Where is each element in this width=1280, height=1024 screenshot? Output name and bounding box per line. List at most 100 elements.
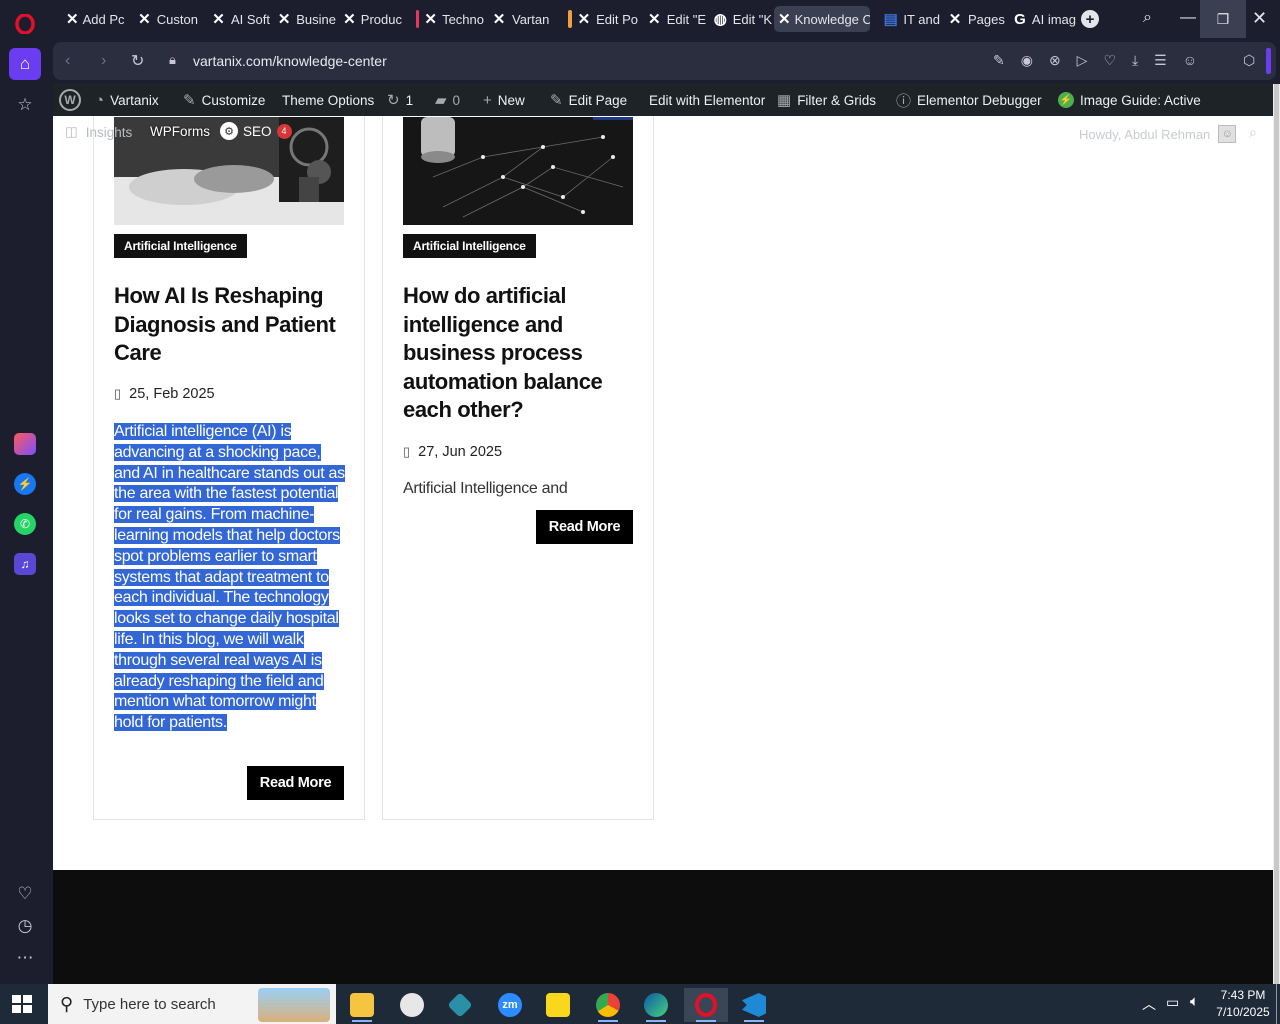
tab[interactable]: G AI imag	[1008, 6, 1076, 32]
updates-link[interactable]: ↻ 1	[387, 84, 413, 116]
post-title[interactable]: How do artificial intelligence and busin…	[403, 282, 639, 425]
windows-taskbar: ⚲ Type here to search zm ︿ ▭ 🔈︎ 7:43 PM …	[0, 984, 1280, 1024]
brush-icon: ✎	[183, 92, 196, 109]
elementor-icon: ✕	[778, 11, 791, 28]
comment-icon: ▰	[435, 92, 447, 109]
music-player-icon[interactable]: ♫	[9, 548, 41, 580]
post-date: ▯ 25, Feb 2025	[114, 386, 215, 402]
bolt-icon: ⚡	[1058, 92, 1074, 108]
tab[interactable]: ✕ Techno	[412, 6, 484, 32]
aria-icon[interactable]	[9, 428, 41, 460]
home-icon[interactable]: ⌂	[9, 48, 41, 80]
address-bar: ‹ › ↻ 🔒︎ vartanix.com/knowledge-center ✎…	[53, 42, 1276, 80]
elementor-icon: ✕	[138, 11, 151, 28]
howdy-menu[interactable]: Howdy, Abdul Rehman ☺	[1079, 125, 1237, 143]
new-tab-button[interactable]: +	[1081, 10, 1099, 28]
tab[interactable]: ✕ Edit Po	[564, 6, 638, 32]
history-icon[interactable]: ◷	[9, 910, 41, 942]
document-icon: ▤	[883, 11, 898, 28]
chevron-up-icon[interactable]: ︿	[1142, 994, 1156, 1014]
tab[interactable]: ▤ IT and	[878, 6, 940, 32]
lock-icon: 🔒︎	[169, 52, 176, 67]
edit-with-elementor-link[interactable]: Edit with Elementor	[649, 84, 765, 116]
dashboard-icon: ◔	[95, 91, 105, 109]
tab-active[interactable]: ✕ Knowledge C	[774, 6, 870, 32]
tab[interactable]: ◍ Edit "K	[708, 6, 772, 32]
tab[interactable]: ✕ Add Pc	[58, 6, 124, 32]
more-icon[interactable]: ⋯	[9, 942, 41, 974]
sticky-notes-app[interactable]	[536, 988, 580, 1022]
customize-link[interactable]: ✎ Customize	[183, 84, 265, 116]
messenger-icon[interactable]: ⚡	[9, 468, 41, 500]
restore-button[interactable]: ❐	[1200, 0, 1246, 38]
post-thumbnail[interactable]	[403, 117, 633, 225]
elementor-icon: ✕	[492, 11, 506, 28]
tab[interactable]: ✕ Edit "E	[642, 6, 706, 32]
elementor-debugger-link[interactable]: ⓘ Elementor Debugger	[896, 84, 1042, 116]
insights-link[interactable]: Insights	[86, 125, 133, 140]
app-icon[interactable]	[438, 988, 482, 1022]
theme-options-link[interactable]: Theme Options	[282, 84, 374, 116]
search-tabs-icon[interactable]: ⌕	[1143, 9, 1152, 27]
comments-link[interactable]: ▰ 0	[435, 84, 460, 116]
post-title[interactable]: How AI Is Reshaping Diagnosis and Patien…	[114, 282, 350, 368]
tab[interactable]: ✕ Pages	[942, 6, 1008, 32]
back-icon[interactable]: ‹	[65, 52, 70, 70]
wp-admin-bar-row2: ◫ Insights	[65, 124, 132, 140]
read-more-button[interactable]: Read More	[536, 510, 633, 544]
image-guide-link[interactable]: ⚡ Image Guide: Active	[1058, 84, 1201, 116]
wp-admin-bar: W ◔ Vartanix ✎ Customize Theme Options ↻ 1 …	[53, 84, 1273, 116]
clock[interactable]: 7:43 PM 7/10/2025	[1212, 987, 1274, 1021]
pencil-icon: ✎	[550, 92, 563, 109]
whatsapp-icon[interactable]: ✆	[9, 508, 41, 540]
toolbar-icons[interactable]: ✎◉⊗▷♡⤓☰☺	[993, 52, 1213, 69]
file-explorer-app[interactable]	[340, 988, 384, 1022]
tab[interactable]: ✕ Vartan	[486, 6, 552, 32]
read-more-button[interactable]: Read More	[247, 766, 344, 800]
scrollbar-thumb[interactable]	[1274, 84, 1279, 984]
elementor-icon: ✕	[277, 11, 291, 28]
opera-sidebar: ⌂ ☆ ⚡ ✆ ♫ ♡ ◷ ⋯	[0, 0, 50, 984]
reload-icon[interactable]: ↻	[131, 51, 144, 71]
edit-page-link[interactable]: ✎ Edit Page	[550, 84, 627, 116]
tab[interactable]: ✕ Custon	[132, 6, 198, 32]
new-content-link[interactable]: + New	[483, 84, 525, 116]
page-content: ◫ Insights WPForms ⚙ SEO 4 Howdy, Abdul R…	[53, 116, 1273, 984]
forward-icon[interactable]: ›	[101, 52, 106, 70]
tab[interactable]: ✕ Produc	[338, 6, 402, 32]
filter-grids-link[interactable]: ▦ Filter & Grids	[777, 84, 876, 116]
minimize-button[interactable]: —	[1180, 9, 1196, 27]
tab[interactable]: ✕ Busine	[272, 6, 336, 32]
edge-app[interactable]	[634, 988, 678, 1022]
tab[interactable]: ✕ AI Soft	[206, 6, 270, 32]
zoom-app[interactable]: zm	[488, 988, 532, 1022]
heart-icon[interactable]: ♡	[9, 878, 41, 910]
vscode-app[interactable]	[732, 988, 776, 1022]
opera-logo-icon[interactable]	[9, 8, 41, 40]
volume-icon[interactable]: 🔈︎	[1190, 993, 1199, 1010]
plus-icon: +	[483, 91, 492, 109]
chrome-app[interactable]	[586, 988, 630, 1022]
opera-app[interactable]	[684, 988, 728, 1022]
extensions-icon[interactable]: ⬡	[1243, 52, 1255, 69]
site-name-link[interactable]: ◔ Vartanix	[95, 84, 159, 116]
category-badge[interactable]: Artificial Intelligence	[403, 234, 536, 258]
search-highlight-image	[258, 988, 330, 1022]
taskbar-search-box[interactable]: ⚲ Type here to search	[48, 984, 336, 1024]
show-desktop-button[interactable]	[1276, 984, 1280, 1024]
wordpress-logo-icon[interactable]: W	[59, 84, 81, 116]
close-window-button[interactable]: ✕	[1252, 8, 1267, 29]
info-icon: ⓘ	[896, 92, 912, 110]
windows-start-icon[interactable]	[12, 995, 32, 1013]
admin-search-icon[interactable]: ⌕	[1249, 124, 1257, 141]
page-scrollbar[interactable]	[1273, 84, 1280, 984]
calendar-icon: ▯	[114, 386, 122, 401]
wpforms-link[interactable]: WPForms	[150, 124, 210, 139]
category-badge[interactable]: Artificial Intelligence	[114, 234, 247, 258]
seo-link[interactable]: ⚙ SEO 4	[220, 122, 292, 140]
url-field[interactable]: vartanix.com/knowledge-center	[193, 53, 387, 69]
paint-app[interactable]	[390, 988, 434, 1022]
star-icon[interactable]: ☆	[9, 89, 41, 121]
site-footer	[53, 870, 1273, 984]
network-icon[interactable]: ▭	[1166, 994, 1179, 1011]
